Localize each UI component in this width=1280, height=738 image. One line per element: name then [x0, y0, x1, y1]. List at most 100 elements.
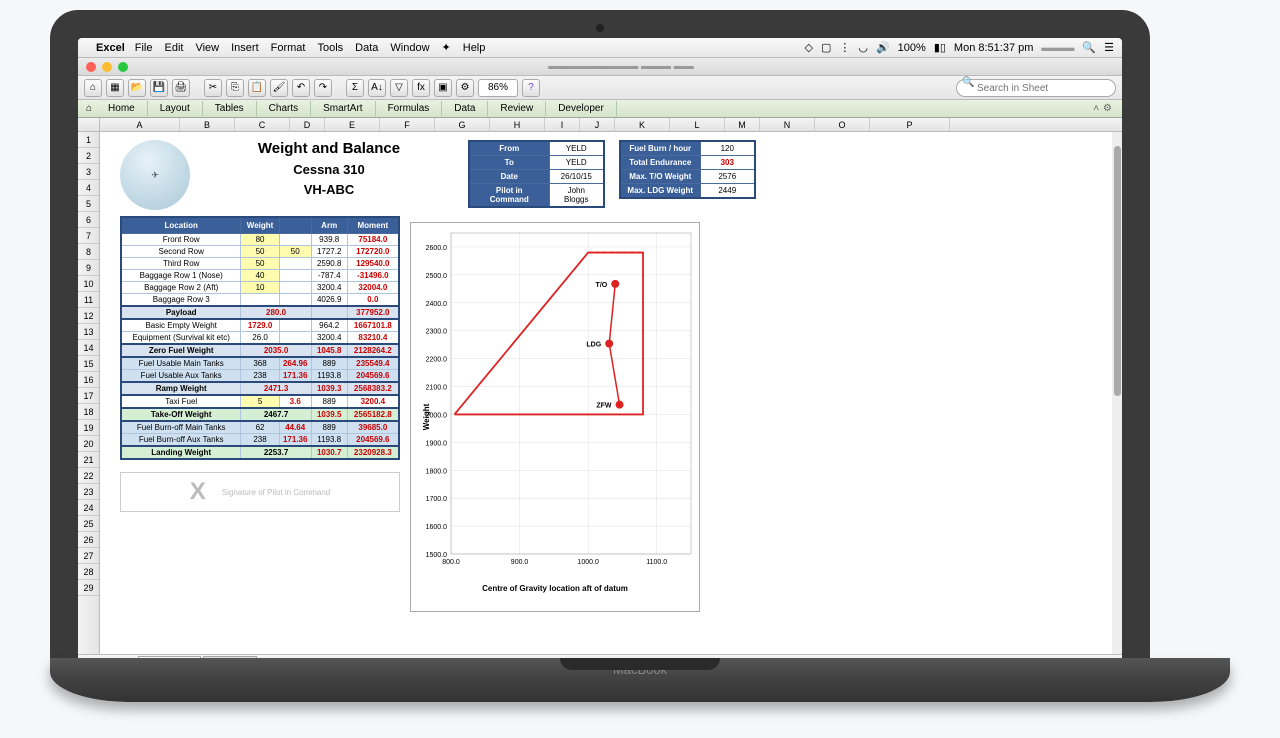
row-header[interactable]: 6	[78, 212, 99, 228]
tab-charts[interactable]: Charts	[257, 101, 311, 116]
chart-icon[interactable]: ▣	[434, 79, 452, 97]
row-header[interactable]: 13	[78, 324, 99, 340]
row-header[interactable]: 20	[78, 436, 99, 452]
col-header[interactable]: D	[290, 118, 325, 131]
col-header[interactable]: K	[615, 118, 670, 131]
fx-icon[interactable]: fx	[412, 79, 430, 97]
wb-weight[interactable]: 10	[241, 282, 279, 294]
row-header[interactable]: 7	[78, 228, 99, 244]
row-header[interactable]: 29	[78, 580, 99, 596]
row-header[interactable]: 14	[78, 340, 99, 356]
wb-weight[interactable]: 238	[241, 434, 279, 447]
help-icon[interactable]: ?	[522, 79, 540, 97]
row-header[interactable]: 28	[78, 564, 99, 580]
col-header[interactable]: J	[580, 118, 615, 131]
row-header[interactable]: 26	[78, 532, 99, 548]
col-header[interactable]: B	[180, 118, 235, 131]
tab-formulas[interactable]: Formulas	[376, 101, 443, 116]
menu-window[interactable]: Window	[390, 42, 429, 54]
home-icon[interactable]: ⌂	[84, 79, 102, 97]
user-name[interactable]: ▬▬▬	[1041, 42, 1074, 54]
col-header[interactable]: E	[325, 118, 380, 131]
row-header[interactable]: 9	[78, 260, 99, 276]
menu-format[interactable]: Format	[271, 42, 306, 54]
tab-layout[interactable]: Layout	[148, 101, 203, 116]
filter-icon[interactable]: ▽	[390, 79, 408, 97]
menu-insert[interactable]: Insert	[231, 42, 259, 54]
menu-file[interactable]: File	[135, 42, 153, 54]
dropbox-icon[interactable]: ◇	[804, 41, 812, 54]
tab-data[interactable]: Data	[442, 101, 488, 116]
menu-help[interactable]: Help	[463, 42, 486, 54]
volume-icon[interactable]: 🔊	[876, 41, 890, 54]
wb-weight[interactable]: 80	[241, 234, 279, 246]
paste-icon[interactable]: 📋	[248, 79, 266, 97]
spotlight-icon[interactable]: 🔍	[1082, 41, 1096, 54]
wb-weight[interactable]: 50	[241, 246, 279, 258]
row-header[interactable]: 27	[78, 548, 99, 564]
tab-smartart[interactable]: SmartArt	[311, 101, 375, 116]
tab-tables[interactable]: Tables	[203, 101, 257, 116]
col-header[interactable]: A	[100, 118, 180, 131]
wb-weight[interactable]: 368	[241, 357, 279, 370]
row-header[interactable]: 1	[78, 132, 99, 148]
sort-icon[interactable]: A↓	[368, 79, 386, 97]
print-icon[interactable]: 🖨	[172, 79, 190, 97]
menu-script-icon[interactable]: ✦	[442, 41, 451, 54]
row-header[interactable]: 10	[78, 276, 99, 292]
col-header[interactable]: P	[870, 118, 950, 131]
menu-data[interactable]: Data	[355, 42, 378, 54]
format-painter-icon[interactable]: 🖌	[270, 79, 288, 97]
row-header[interactable]: 16	[78, 372, 99, 388]
row-header[interactable]: 11	[78, 292, 99, 308]
tab-review[interactable]: Review	[488, 101, 546, 116]
clock[interactable]: Mon 8:51:37 pm	[954, 42, 1034, 54]
menu-icon[interactable]: ☰	[1104, 41, 1114, 54]
menu-tools[interactable]: Tools	[317, 42, 343, 54]
new-icon[interactable]: ▦	[106, 79, 124, 97]
tab-developer[interactable]: Developer	[546, 101, 617, 116]
open-icon[interactable]: 📂	[128, 79, 146, 97]
minimize-button[interactable]	[102, 62, 112, 72]
col-header[interactable]: H	[490, 118, 545, 131]
cut-icon[interactable]: ✂	[204, 79, 222, 97]
col-header[interactable]: M	[725, 118, 760, 131]
row-header[interactable]: 19	[78, 420, 99, 436]
copy-icon[interactable]: ⎘	[226, 79, 244, 97]
undo-icon[interactable]: ↶	[292, 79, 310, 97]
col-header[interactable]: N	[760, 118, 815, 131]
row-header[interactable]: 4	[78, 180, 99, 196]
tab-home[interactable]: Home	[96, 101, 148, 116]
row-header[interactable]: 23	[78, 484, 99, 500]
wb-weight[interactable]: 50	[241, 258, 279, 270]
app-name[interactable]: Excel	[96, 42, 125, 54]
wb-weight[interactable]: 62	[241, 421, 279, 434]
signal-icon[interactable]: ◡	[858, 41, 868, 54]
row-header[interactable]: 25	[78, 516, 99, 532]
row-header[interactable]: 8	[78, 244, 99, 260]
wb-weight2[interactable]: 50	[279, 246, 311, 258]
ribbon-collapse-icon[interactable]: ˄	[1093, 103, 1099, 114]
save-icon[interactable]: 💾	[150, 79, 168, 97]
col-header[interactable]: F	[380, 118, 435, 131]
vertical-scrollbar[interactable]	[1112, 132, 1122, 654]
row-header[interactable]: 24	[78, 500, 99, 516]
row-header[interactable]: 3	[78, 164, 99, 180]
zoom-level[interactable]: 86%	[478, 79, 518, 97]
row-header[interactable]: 12	[78, 308, 99, 324]
row-header[interactable]: 21	[78, 452, 99, 468]
row-header[interactable]: 22	[78, 468, 99, 484]
col-header[interactable]: G	[435, 118, 490, 131]
sum-icon[interactable]: Σ	[346, 79, 364, 97]
airplay-icon[interactable]: ▢	[821, 41, 831, 54]
ribbon-gear-icon[interactable]: ⚙	[1103, 103, 1112, 114]
menu-edit[interactable]: Edit	[164, 42, 183, 54]
wb-weight[interactable]: 238	[241, 370, 279, 383]
wb-weight[interactable]: 40	[241, 270, 279, 282]
col-header[interactable]: C	[235, 118, 290, 131]
maximize-button[interactable]	[118, 62, 128, 72]
select-all-corner[interactable]	[78, 118, 100, 131]
toolbox-icon[interactable]: ⚙	[456, 79, 474, 97]
col-header[interactable]: L	[670, 118, 725, 131]
search-input[interactable]	[956, 79, 1116, 97]
